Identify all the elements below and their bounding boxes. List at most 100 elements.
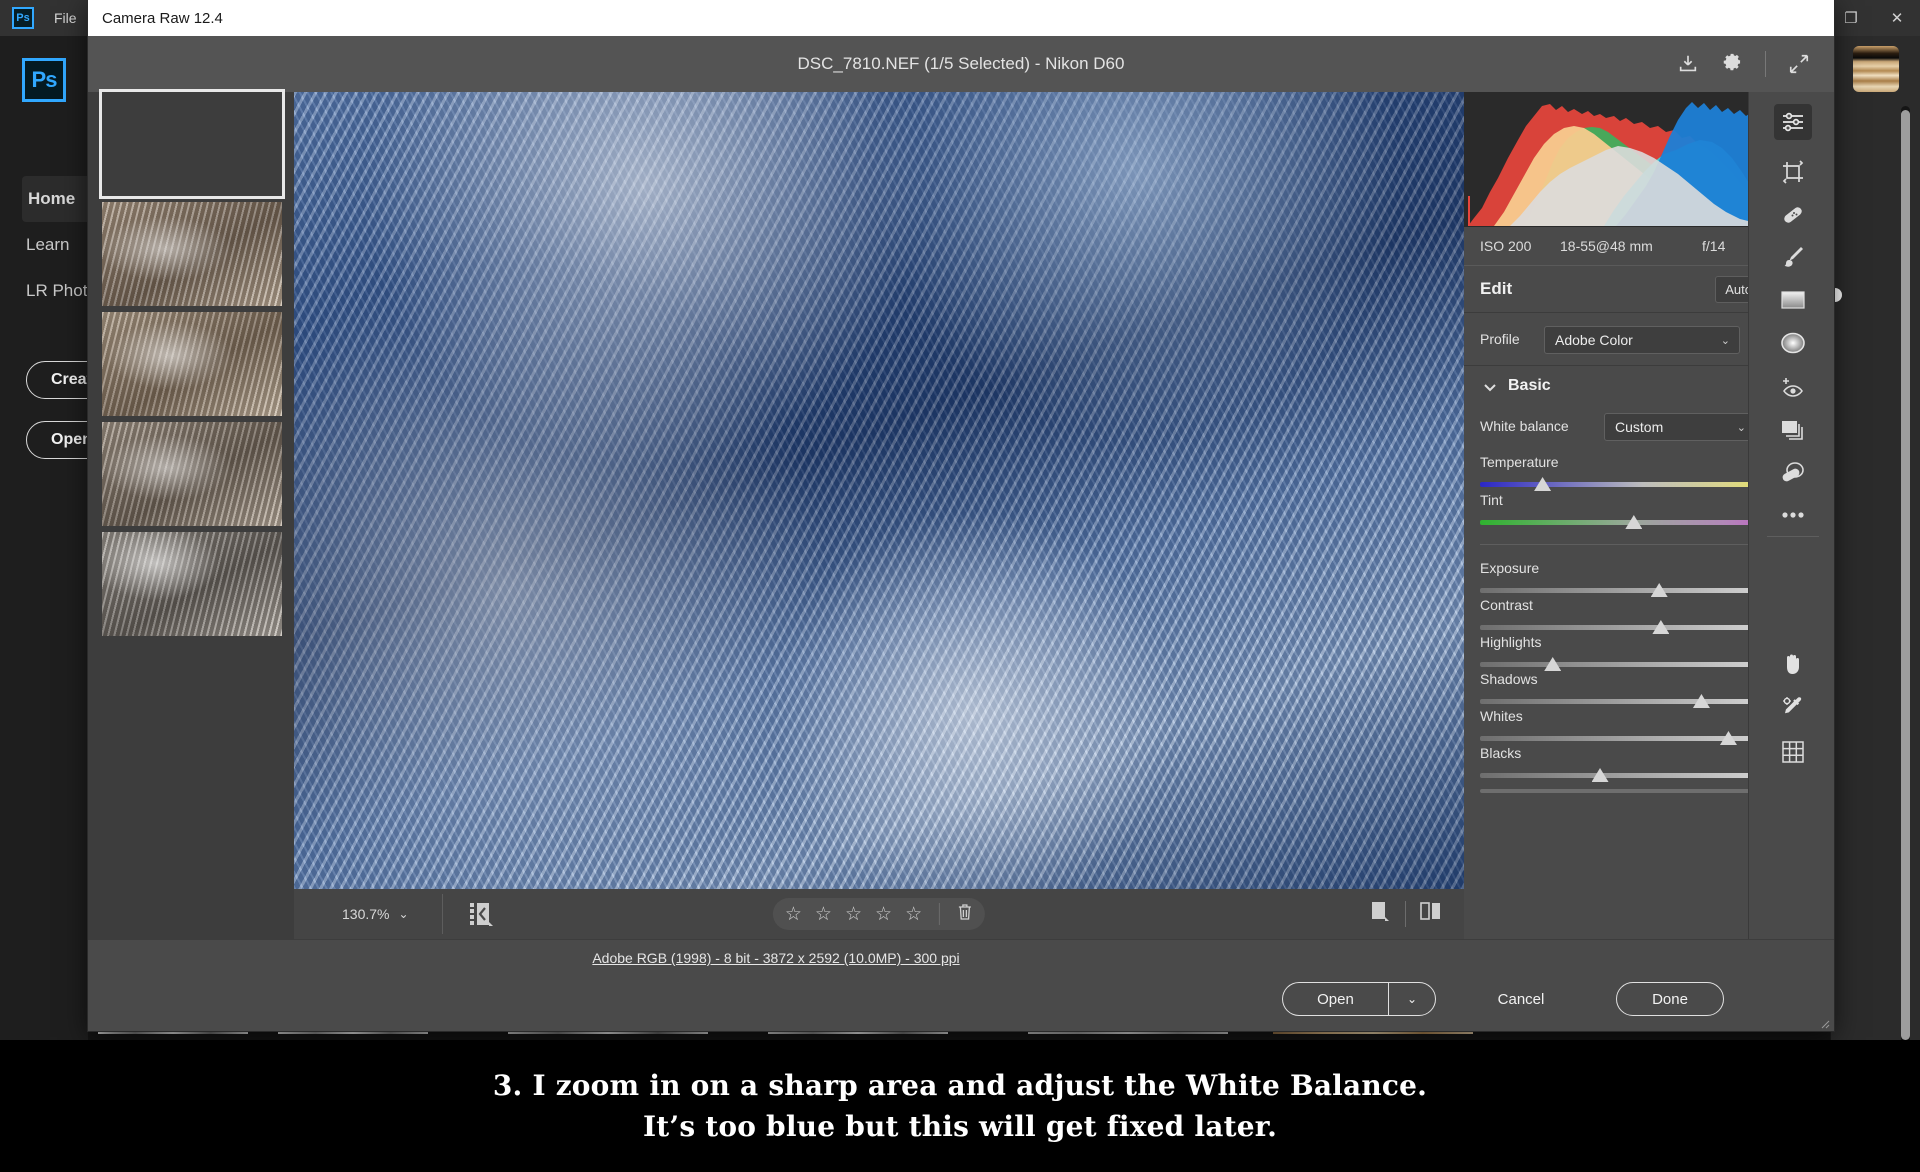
exif-lens: 18-55@48 mm [1560,238,1653,254]
window-controls: ❐ ✕ [1828,0,1920,36]
star-5[interactable]: ☆ [905,905,922,924]
resize-grip-icon[interactable] [1818,1016,1830,1029]
profile-value: Adobe Color [1555,332,1633,348]
slider-label: Temperature [1480,454,1559,470]
menu-file[interactable]: File [54,10,77,26]
slider-label: Blacks [1480,745,1522,761]
image-info-link[interactable]: Adobe RGB (1998) - 8 bit - 3872 x 2592 (… [88,950,1464,966]
open-button[interactable]: Open [1282,982,1388,1016]
header-divider [1765,51,1766,77]
gear-icon[interactable] [1713,45,1751,83]
slider-thumb[interactable] [1650,583,1668,597]
star-3[interactable]: ☆ [845,905,862,924]
slider-thumb[interactable] [1692,694,1710,708]
chevron-down-icon: ⌄ [1736,421,1746,434]
photoshop-home-sidebar: Ps Home Learn LR Photos Create new Open [0,36,176,1040]
image-title: DSC_7810.NEF (1/5 Selected) - Nikon D60 [797,54,1125,73]
slider-thumb[interactable] [1652,620,1670,634]
profile-label: Profile [1480,331,1520,347]
filmstrip-thumb-selected[interactable] [99,89,285,199]
fullscreen-icon[interactable] [1780,45,1818,83]
zoom-level-selector[interactable]: 130.7% ⌄ [342,889,409,939]
photoshop-right-dock [1828,36,1920,1046]
camera-raw-header: DSC_7810.NEF (1/5 Selected) - Nikon D60 [88,36,1834,92]
photoshop-logo-icon: Ps [12,7,34,29]
profile-select[interactable]: Adobe Color ⌄ [1544,326,1740,354]
header-icon-group [1669,36,1818,92]
cancel-button[interactable]: Cancel [1466,982,1576,1016]
trash-icon[interactable] [957,903,973,926]
star-2[interactable]: ☆ [815,905,832,924]
slider-label: Exposure [1480,560,1540,576]
basic-title: Basic [1508,377,1551,394]
zoom-level-value: 130.7% [342,906,390,922]
edit-tool-icon[interactable] [1774,104,1812,140]
snapshots-tool-icon[interactable] [1774,412,1812,448]
slider-label: Whites [1480,708,1523,724]
hand-tool-icon[interactable] [1774,646,1812,682]
slider-thumb[interactable] [1719,731,1737,745]
slider-thumb[interactable] [1625,515,1643,529]
filmstrip-toggle-icon[interactable] [464,897,500,931]
caption-line-2: It’s too blue but this will get fixed la… [642,1110,1278,1143]
white-balance-select[interactable]: Custom ⌄ [1604,413,1756,441]
raw-photo [294,92,1464,889]
more-options-icon[interactable] [1774,497,1812,533]
exif-aperture: f/14 [1702,238,1726,254]
close-button[interactable]: ✕ [1874,0,1920,36]
camera-raw-title-bar: Camera Raw 12.4 [88,0,1834,36]
save-icon[interactable] [1669,45,1707,83]
slider-label: Shadows [1480,671,1538,687]
toolbar-divider [442,894,443,934]
white-balance-label: White balance [1480,418,1569,434]
star-1[interactable]: ☆ [785,905,802,924]
slider-label: Contrast [1480,597,1533,613]
done-button[interactable]: Done [1616,982,1724,1016]
camera-raw-dialog: Camera Raw 12.4 DSC_7810.NEF (1/5 Select… [88,0,1834,1031]
caption-line-1: 3. I zoom in on a sharp area and adjust … [492,1069,1428,1102]
slider-thumb[interactable] [1591,768,1609,782]
image-preview[interactable] [294,92,1464,889]
photoshop-large-logo-icon: Ps [22,58,66,102]
document-thumbnail[interactable] [1853,46,1899,92]
chevron-down-icon[interactable] [1482,379,1498,400]
crop-tool-icon[interactable] [1774,154,1812,190]
white-balance-value: Custom [1615,419,1664,435]
right-dock-scrollbar-thumb[interactable] [1901,110,1910,1040]
restore-button[interactable]: ❐ [1828,0,1874,36]
chevron-down-icon: ⌄ [398,907,409,921]
slider-thumb[interactable] [1544,657,1562,671]
filmstrip-thumb[interactable] [102,532,282,636]
screen: Ps File ❐ ✕ Ps Home Learn LR Photos Crea… [0,0,1920,1172]
color-sampler-tool-icon[interactable] [1774,690,1812,726]
camera-raw-window-title: Camera Raw 12.4 [102,9,223,27]
open-options-chevron-icon[interactable]: ⌄ [1388,982,1436,1016]
single-view-icon[interactable] [1369,899,1393,930]
exif-iso: ISO 200 [1480,238,1532,254]
slider-label: Highlights [1480,634,1542,650]
grid-tool-icon[interactable] [1774,734,1812,770]
caption-overlay: 3. I zoom in on a sharp area and adjust … [0,1040,1920,1172]
edit-title: Edit [1480,279,1513,298]
slider-thumb[interactable] [1534,477,1552,491]
spot-removal-tool-icon[interactable] [1774,197,1812,233]
tool-rail [1748,92,1834,939]
filmstrip-thumb[interactable] [102,202,282,306]
filmstrip-thumb[interactable] [102,422,282,526]
graduated-filter-tool-icon[interactable] [1774,282,1812,318]
rail-divider [1767,536,1819,537]
star-rating-control[interactable]: ☆ ☆ ☆ ☆ ☆ [772,898,986,930]
slider-label: Tint [1480,492,1503,508]
preview-toolbar: 130.7% ⌄ ☆ ☆ ☆ ☆ ☆ [294,889,1464,939]
radial-filter-tool-icon[interactable] [1774,325,1812,361]
rating-divider [939,903,941,925]
chevron-down-icon: ⌄ [1720,334,1730,347]
presets-tool-icon[interactable] [1774,455,1812,491]
adjustment-brush-tool-icon[interactable] [1774,239,1812,275]
compare-view-icon[interactable] [1418,899,1444,930]
star-4[interactable]: ☆ [875,905,892,924]
view-mode-divider [1405,901,1406,927]
filmstrip-thumb[interactable] [102,312,282,416]
camera-raw-filmstrip [88,89,294,939]
red-eye-tool-icon[interactable] [1774,369,1812,405]
